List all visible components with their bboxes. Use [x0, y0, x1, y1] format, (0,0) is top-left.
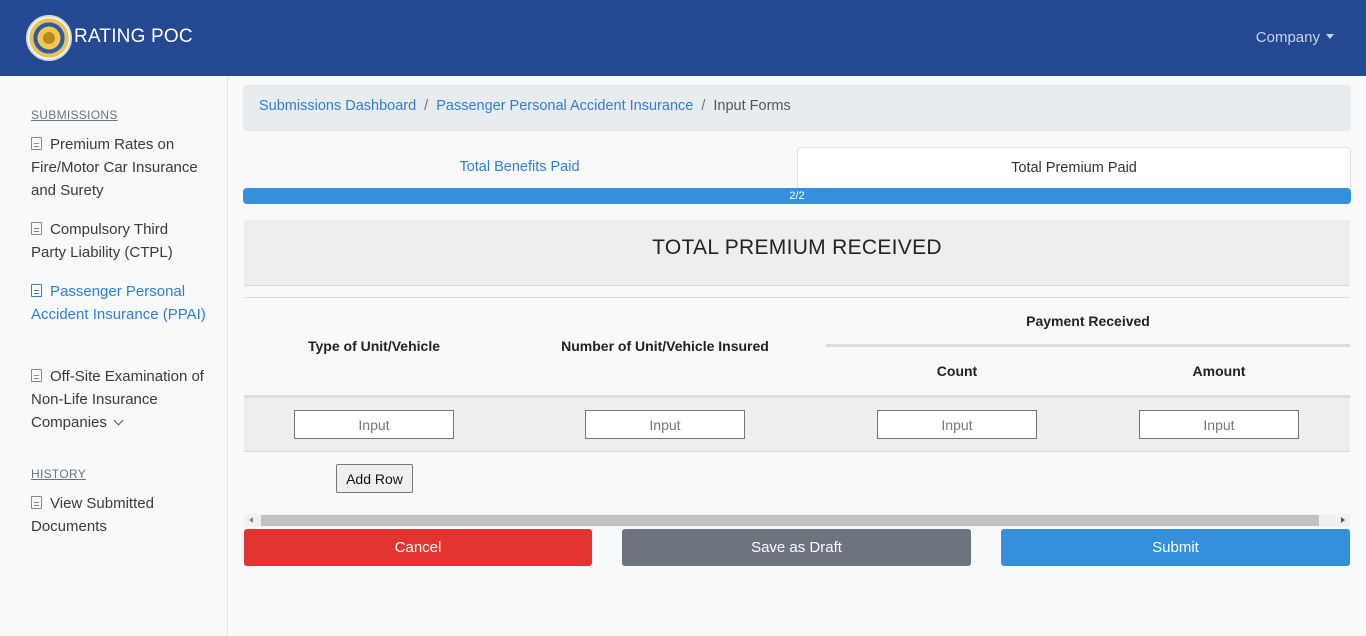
sidebar-section-submissions: SUBMISSIONS: [31, 108, 118, 122]
breadcrumb-separator: /: [701, 98, 706, 114]
header-amount: Amount: [1192, 363, 1246, 379]
chevron-down-icon[interactable]: [113, 415, 124, 426]
type-of-unit-input[interactable]: [294, 410, 454, 439]
scroll-right-arrow-icon[interactable]: [1341, 517, 1345, 523]
sidebar-item-label: Compulsory Third Party Liability (CTPL): [31, 221, 173, 261]
header-type-of-unit: Type of Unit/Vehicle: [308, 338, 440, 354]
sidebar-item-ctpl[interactable]: Compulsory Third Party Liability (CTPL): [31, 218, 206, 264]
sidebar-item-ppai[interactable]: Passenger Personal Accident Insurance (P…: [31, 280, 206, 326]
save-draft-button[interactable]: Save as Draft: [622, 529, 971, 566]
table-top-border: [244, 297, 1350, 298]
submit-button[interactable]: Submit: [1001, 529, 1350, 566]
header-number-insured: Number of Unit/Vehicle Insured: [561, 338, 769, 354]
sidebar-item-label: Premium Rates on Fire/Motor Car Insuranc…: [31, 136, 198, 199]
sidebar-item-off-site-examination[interactable]: Off-Site Examination of Non-Life Insuran…: [31, 365, 206, 434]
scroll-left-arrow-icon[interactable]: [249, 517, 253, 523]
company-dropdown-label: Company: [1255, 29, 1320, 46]
breadcrumb-submissions-dashboard[interactable]: Submissions Dashboard: [259, 98, 416, 114]
caret-down-icon: [1326, 34, 1334, 39]
header-payment-received: Payment Received: [1026, 313, 1150, 329]
scrollbar-thumb[interactable]: [261, 515, 1319, 526]
number-insured-input[interactable]: [585, 410, 745, 439]
add-row-button[interactable]: Add Row: [336, 464, 413, 493]
sidebar-item-label: Passenger Personal Accident Insurance (P…: [31, 283, 206, 323]
tab-total-benefits-paid[interactable]: Total Benefits Paid: [243, 147, 796, 189]
sidebar-item-premium-rates[interactable]: Premium Rates on Fire/Motor Car Insuranc…: [31, 133, 206, 202]
document-icon: [31, 137, 42, 150]
breadcrumb-current: Input Forms: [713, 98, 791, 114]
company-dropdown[interactable]: Company: [1256, 29, 1334, 46]
tab-total-premium-paid[interactable]: Total Premium Paid: [797, 147, 1351, 189]
document-icon: [31, 284, 42, 297]
sidebar: SUBMISSIONS Premium Rates on Fire/Motor …: [0, 76, 228, 636]
count-input[interactable]: [877, 410, 1037, 439]
amount-input[interactable]: [1139, 410, 1299, 439]
breadcrumb: Submissions Dashboard / Passenger Personal…: [243, 85, 1351, 131]
sidebar-section-history: HISTORY: [31, 467, 87, 481]
document-icon: [31, 496, 42, 509]
header-group-divider: [826, 344, 1350, 347]
sidebar-item-view-submitted[interactable]: View Submitted Documents: [31, 492, 206, 538]
form-progress: 2/2: [243, 188, 1351, 204]
breadcrumb-separator: /: [424, 98, 429, 114]
horizontal-scrollbar[interactable]: [244, 514, 1350, 527]
breadcrumb-ppai[interactable]: Passenger Personal Accident Insurance: [436, 98, 693, 114]
top-navbar: RATING POC Company: [0, 0, 1366, 76]
app-brand[interactable]: RATING POC: [74, 26, 193, 48]
document-icon: [31, 222, 42, 235]
document-icon: [31, 369, 42, 382]
sidebar-item-label: View Submitted Documents: [31, 495, 154, 535]
form-title: TOTAL PREMIUM RECEIVED: [244, 220, 1350, 286]
cancel-button[interactable]: Cancel: [244, 529, 592, 566]
insurance-commission-logo-icon[interactable]: [26, 15, 72, 61]
header-count: Count: [936, 363, 978, 379]
progress-bar-fill: 2/2: [243, 188, 1351, 204]
